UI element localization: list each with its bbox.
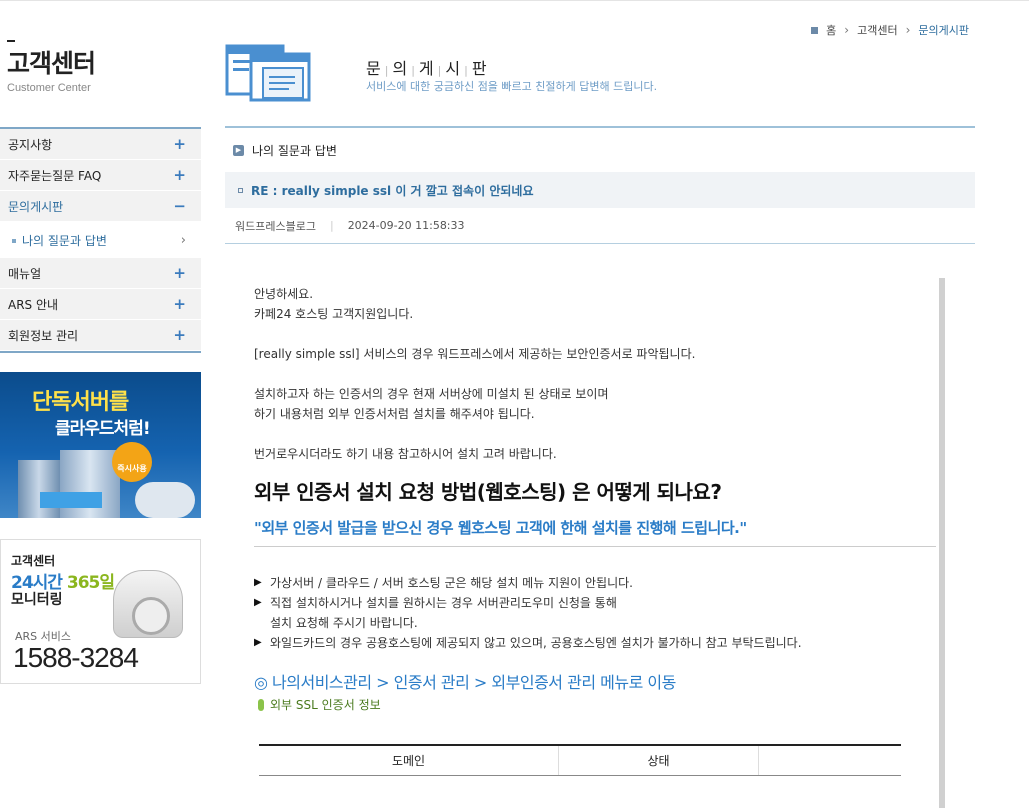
- post-subject: RE : really simple ssl 이 거 깔고 접속이 안되네요: [225, 172, 975, 208]
- greeting-line: 안녕하세요.: [254, 287, 314, 301]
- plus-icon: +: [173, 135, 186, 153]
- list-item: 가상서버 / 클라우드 / 서버 호스팅 군은 해당 설치 메뉴 지원이 안됩니…: [254, 573, 944, 593]
- chevron-right-icon: ›: [844, 23, 850, 37]
- ssl-info-text: 외부 SSL 인증서 정보: [270, 698, 381, 712]
- sidebar-item-label: 문의게시판: [8, 199, 64, 214]
- bullet-icon: [12, 239, 16, 243]
- title-char: 판: [471, 59, 488, 78]
- post-date: 2024-09-20 11:58:33: [347, 219, 465, 232]
- title-char: 게: [418, 59, 435, 78]
- greeting-line: 카페24 호스팅 고객지원입니다.: [254, 307, 414, 321]
- square-bullet-icon: [238, 187, 243, 193]
- title-char: 시: [445, 59, 462, 78]
- banner-headline: 단독서버를: [32, 390, 129, 415]
- column-header-domain: 도메인: [259, 746, 559, 775]
- sidebar-title-block: 고객센터 Customer Center: [7, 40, 96, 94]
- plus-icon: +: [173, 166, 186, 184]
- top-border: [0, 0, 1029, 3]
- title-dash: [7, 40, 15, 42]
- ssl-table-header: 도메인 상태: [259, 744, 901, 776]
- sidebar-menu: 공지사항 + 자주묻는질문 FAQ + 문의게시판 − 나의 질문과 답변 › …: [0, 127, 201, 353]
- arrow-graphic: [40, 492, 102, 508]
- banner-subheadline: 클라우드처럼!: [55, 419, 151, 439]
- sidebar-item-label: 매뉴얼: [8, 266, 42, 281]
- breadcrumb: 홈 › 고객센터 › 문의게시판: [811, 22, 969, 38]
- sidebar-item-label: 자주묻는질문 FAQ: [8, 168, 102, 183]
- days-text: 365일: [66, 573, 115, 593]
- telephone-icon: [113, 570, 183, 638]
- sidebar-item-member-info[interactable]: 회원정보 관리 +: [0, 320, 201, 351]
- green-pill-icon: [258, 699, 264, 711]
- faq-heading: 외부 인증서 설치 요청 방법(웹호스팅) 은 어떻게 되나요?: [254, 480, 722, 504]
- post-author: 워드프레스블로그: [235, 219, 316, 233]
- plus-icon: +: [173, 326, 186, 344]
- title-char: 문: [366, 59, 382, 78]
- faq-quote: "외부 인증서 발급을 받으신 경우 웹호스팅 고객에 한해 설치를 진행해 드…: [254, 518, 936, 547]
- sidebar-item-ars[interactable]: ARS 안내 +: [0, 289, 201, 320]
- sidebar-subitem-label: 나의 질문과 답변: [22, 233, 107, 248]
- page-title: 문 | 의 | 게 | 시 | 판: [366, 59, 488, 78]
- chevron-right-icon: ›: [180, 232, 186, 248]
- cloud-icon: [135, 482, 195, 518]
- menu-path: ◎ 나의서비스관리 > 인증서 관리 > 외부인증서 관리 메뉴로 이동: [254, 673, 676, 692]
- list-item-text: 직접 설치하시거나 설치를 원하시는 경우 서버관리도우미 신청을 통해: [270, 596, 617, 610]
- post-meta: 워드프레스블로그 | 2024-09-20 11:58:33: [225, 208, 975, 244]
- sidebar-item-faq[interactable]: 자주묻는질문 FAQ +: [0, 160, 201, 191]
- sidebar-item-manual[interactable]: 매뉴얼 +: [0, 258, 201, 289]
- sidebar-subitem-my-questions[interactable]: 나의 질문과 답변 ›: [0, 222, 201, 258]
- dedicated-server-banner[interactable]: 즉시사용 단독서버를 클라우드처럼!: [0, 372, 201, 518]
- plus-icon: +: [173, 295, 186, 313]
- home-square-icon: [811, 26, 819, 34]
- ssl-info-label: 외부 SSL 인증서 정보: [254, 695, 944, 715]
- paragraph: [really simple ssl] 서비스의 경우 워드프레스에서 제공하는…: [254, 347, 696, 361]
- sidebar-title: 고객센터: [7, 49, 96, 78]
- sidebar-item-inquiry-board[interactable]: 문의게시판 −: [0, 191, 201, 222]
- sidebar-subtitle: Customer Center: [7, 82, 91, 94]
- ars-banner[interactable]: 고객센터 24시간 365일 모니터링 ARS 서비스 1588-3284: [0, 539, 201, 684]
- server-rack-image: [18, 460, 60, 518]
- paragraph: 하기 내용처럼 외부 인증서처럼 설치를 해주셔야 됩니다.: [254, 407, 535, 421]
- section-heading-label: 나의 질문과 답변: [252, 143, 337, 158]
- breadcrumb-home[interactable]: 홈: [826, 22, 836, 38]
- column-header-status: 상태: [559, 746, 759, 775]
- minus-icon: −: [173, 197, 186, 215]
- list-item: 직접 설치하시거나 설치를 원하시는 경우 서버관리도우미 신청을 통해설치 요…: [254, 593, 944, 633]
- instant-use-badge: 즉시사용: [112, 442, 152, 482]
- post-body: 안녕하세요. 카페24 호스팅 고객지원입니다. [really simple …: [254, 284, 944, 715]
- ars-phone-number: 1588-3284: [13, 642, 139, 673]
- sidebar-item-label: 회원정보 관리: [8, 328, 79, 343]
- breadcrumb-current: 문의게시판: [918, 24, 969, 37]
- sidebar-item-label: 공지사항: [8, 137, 53, 152]
- section-heading: ▶ 나의 질문과 답변: [225, 128, 975, 172]
- chevron-right-icon: ›: [905, 23, 911, 37]
- page-description: 서비스에 대한 궁금하신 점을 빠르고 친절하게 답변해 드립니다.: [366, 80, 658, 93]
- paragraph: 번거로우시더라도 하기 내용 참고하시어 설치 고려 바랍니다.: [254, 447, 557, 461]
- sidebar-item-label: ARS 안내: [8, 297, 59, 312]
- board-view: ▶ 나의 질문과 답변 RE : really simple ssl 이 거 깔…: [225, 126, 975, 244]
- sidebar-item-notice[interactable]: 공지사항 +: [0, 129, 201, 160]
- plus-icon: +: [173, 264, 186, 282]
- notice-list: 가상서버 / 클라우드 / 서버 호스팅 군은 해당 설치 메뉴 지원이 안됩니…: [254, 573, 944, 653]
- ars-banner-title: 고객센터: [11, 554, 56, 568]
- title-char: 의: [392, 59, 409, 78]
- post-subject-text: RE : really simple ssl 이 거 깔고 접속이 안되네요: [251, 183, 534, 198]
- play-icon: ▶: [233, 144, 244, 156]
- list-item: 와일드카드의 경우 공용호스팅에 제공되지 않고 있으며, 공용호스팅엔 설치가…: [254, 633, 944, 653]
- paragraph: 설치하고자 하는 인증서의 경우 현재 서버상에 미설치 된 상태로 보이며: [254, 387, 609, 401]
- board-windows-icon: [225, 44, 311, 102]
- menu-bottom-border: [0, 351, 201, 353]
- ars-banner-monitoring: 모니터링: [11, 592, 63, 608]
- divider: |: [329, 219, 334, 232]
- list-item-text: 설치 요청해 주시기 바랍니다.: [270, 616, 418, 630]
- breadcrumb-level1[interactable]: 고객센터: [857, 22, 897, 38]
